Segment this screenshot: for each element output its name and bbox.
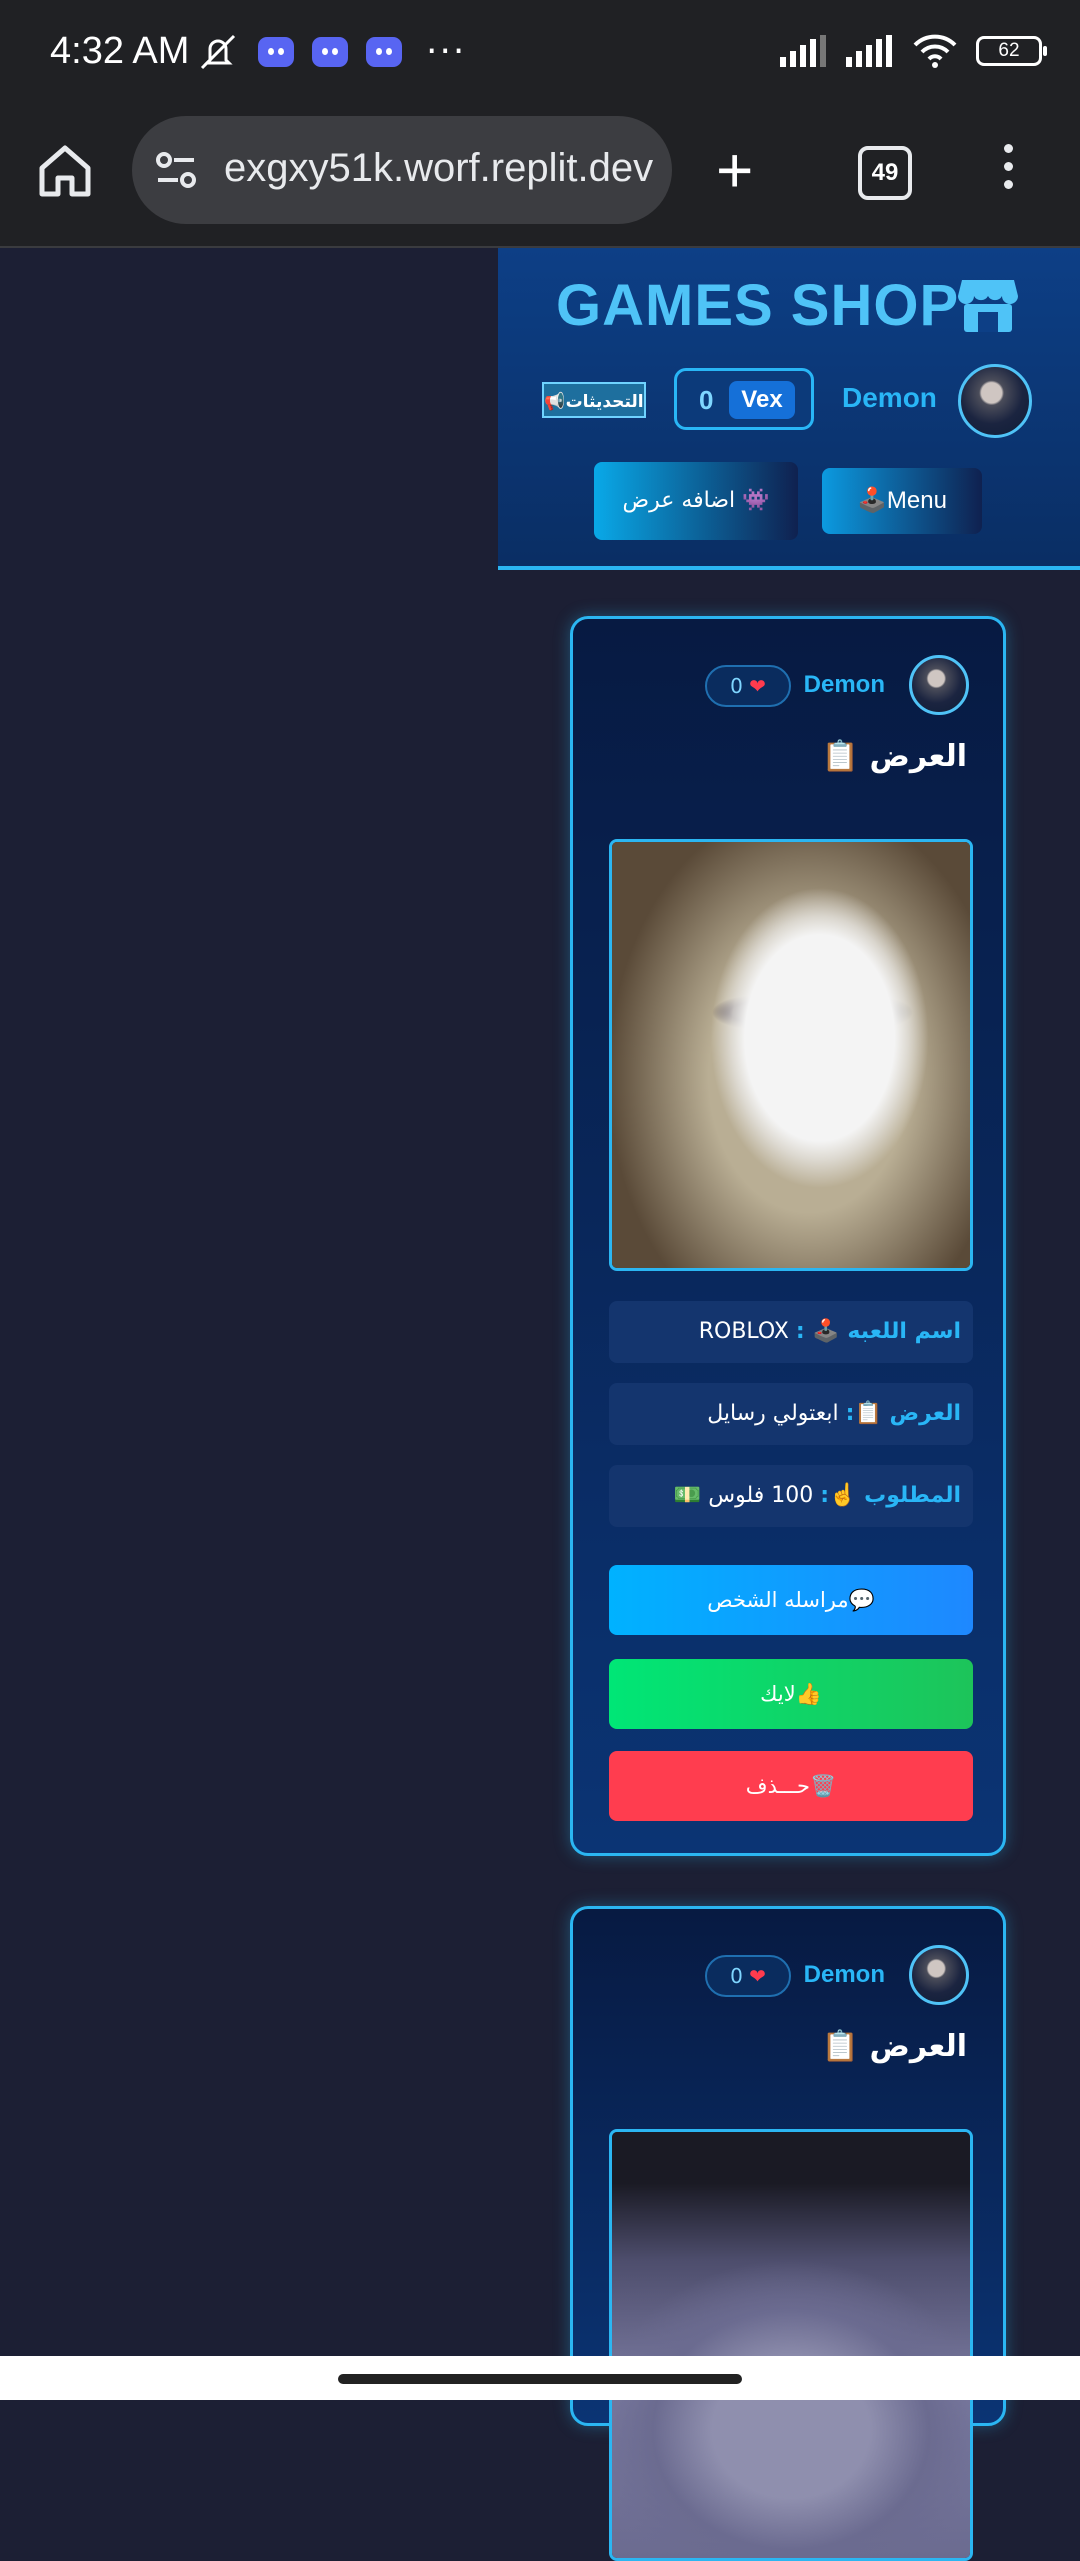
notification-icons: ··· [196, 32, 466, 72]
offer-username[interactable]: Demon [804, 671, 885, 699]
offer-value: ابعتولي رسايل [707, 1401, 839, 1426]
wanted-value: 100 فلوس 💵 [673, 1483, 814, 1508]
site-header: GAMES SHOP 📢التحديثات 0 Vex Demon اضافه … [498, 248, 1080, 570]
menu-button[interactable]: 🕹️Menu [822, 468, 982, 534]
status-bar: 4:32 AM ··· 62 [0, 0, 1080, 110]
avatar[interactable] [909, 655, 969, 715]
heart-icon: ❤ [749, 1964, 766, 1988]
offer-username[interactable]: Demon [804, 1961, 885, 1989]
offer-card: Demon 0 ❤ العرض 📋 [570, 1906, 1006, 2561]
currency-label: Vex [729, 381, 795, 419]
game-value: ROBLOX [698, 1319, 789, 1344]
offer-label: العرض 📋: [845, 1401, 961, 1426]
more-notifications-icon: ··· [426, 31, 467, 72]
offer-title: العرض 📋 [821, 739, 967, 774]
likes-badge: 0 ❤ [705, 665, 791, 707]
game-name-row: اسم اللعبه 🕹️ : ROBLOX [609, 1301, 973, 1363]
battery-icon: 62 [976, 36, 1047, 66]
updates-button[interactable]: 📢التحديثات [542, 382, 646, 418]
home-icon[interactable] [36, 142, 94, 200]
home-indicator[interactable] [338, 2374, 742, 2384]
wanted-label: المطلوب ☝️: [820, 1483, 961, 1508]
heart-icon: ❤ [749, 674, 766, 698]
wifi-icon [913, 34, 957, 68]
like-button[interactable]: لايك👍 [609, 1659, 973, 1729]
avatar[interactable] [909, 1945, 969, 2005]
page-title: GAMES SHOP [556, 273, 960, 338]
discord-icon [258, 37, 294, 67]
discord-icon [366, 37, 402, 67]
add-offer-button[interactable]: اضافه عرض 👾 [594, 462, 798, 540]
tab-count-button[interactable]: 49 [858, 146, 912, 200]
likes-count: 0 [730, 674, 743, 698]
likes-count: 0 [730, 1964, 743, 1988]
site-controls-icon[interactable] [154, 148, 198, 192]
offer-image [609, 839, 973, 1271]
balance-value: 0 [699, 385, 714, 415]
message-button[interactable]: مراسله الشخص💬 [609, 1565, 973, 1635]
offer-title: العرض 📋 [821, 2029, 967, 2064]
more-menu-icon[interactable] [1004, 144, 1013, 189]
new-tab-icon[interactable]: + [716, 138, 753, 202]
header-username[interactable]: Demon [842, 382, 937, 414]
likes-badge: 0 ❤ [705, 1955, 791, 1997]
offer-card: Demon 0 ❤ العرض 📋 اسم اللعبه 🕹️ : ROBLOX… [570, 616, 1006, 1856]
url-text[interactable]: exgxy51k.worf.replit.dev [224, 146, 654, 191]
delete-button[interactable]: حـــذف🗑️ [609, 1751, 973, 1821]
mute-vibrate-icon [200, 34, 236, 70]
status-time: 4:32 AM [50, 30, 190, 72]
offer-row: العرض 📋: ابعتولي رسايل [609, 1383, 973, 1445]
browser-toolbar: exgxy51k.worf.replit.dev + 49 [0, 110, 1080, 248]
offer-image [609, 2129, 973, 2561]
address-bar[interactable]: exgxy51k.worf.replit.dev [132, 116, 672, 224]
signal-icon [846, 35, 892, 67]
discord-icon [312, 37, 348, 67]
avatar[interactable] [958, 364, 1032, 438]
store-icon [958, 280, 1018, 332]
wanted-row: المطلوب ☝️: 100 فلوس 💵 [609, 1465, 973, 1527]
wallet-balance: 0 Vex [674, 368, 814, 430]
gesture-nav-bar [0, 2356, 1080, 2400]
game-label: اسم اللعبه 🕹️ : [795, 1319, 961, 1344]
signal-icon [780, 35, 826, 67]
